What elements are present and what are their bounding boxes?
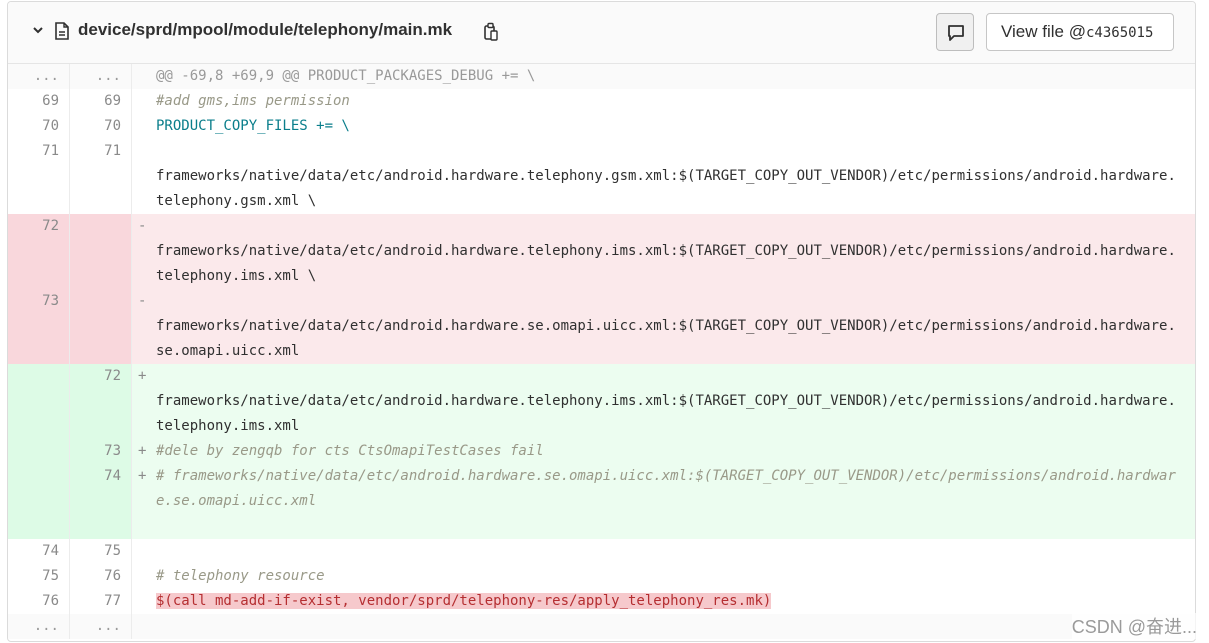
old-line-number[interactable] (8, 439, 70, 464)
new-line-number[interactable] (70, 289, 132, 364)
old-line-number[interactable]: 71 (8, 139, 70, 214)
expand-row: ... ... (8, 614, 1195, 639)
old-line-number[interactable]: 75 (8, 564, 70, 589)
line-code: frameworks/native/data/etc/android.hardw… (156, 243, 1176, 284)
line-code: $(call md-add-if-exist, vendor/sprd/tele… (156, 589, 1181, 614)
old-line-number[interactable]: 74 (8, 539, 70, 564)
new-line-number[interactable]: 76 (70, 564, 132, 589)
line-marker: + (138, 468, 147, 484)
line-code: # frameworks/native/data/etc/android.har… (156, 468, 1176, 509)
deleted-line: 73 - frameworks/native/data/etc/android.… (8, 289, 1195, 364)
new-line-number[interactable]: 73 (70, 439, 132, 464)
line-marker: - (138, 293, 147, 309)
line-marker: - (138, 218, 147, 234)
line-code: #add gms,ims permission (156, 93, 350, 109)
line-marker: + (138, 443, 147, 459)
toggle-comments-button[interactable] (936, 13, 974, 51)
file-path[interactable]: device/sprd/mpool/module/telephony/main.… (78, 20, 452, 40)
new-line-number[interactable] (70, 214, 132, 289)
new-line-number[interactable]: 74 (70, 464, 132, 539)
old-line-number[interactable]: 69 (8, 89, 70, 114)
comment-icon (948, 25, 964, 41)
diff-line: 70 70 PRODUCT_COPY_FILES += \ (8, 114, 1195, 139)
line-code: frameworks/native/data/etc/android.hardw… (156, 318, 1176, 359)
new-line-number[interactable]: 70 (70, 114, 132, 139)
old-line-number[interactable]: 72 (8, 214, 70, 289)
commit-hash: c4365015 (1085, 25, 1154, 41)
added-line: 74 + # frameworks/native/data/etc/androi… (8, 464, 1195, 539)
diff-line: 75 76 # telephony resource (8, 564, 1195, 589)
new-line-number[interactable]: ... (70, 64, 132, 89)
old-line-number[interactable]: 70 (8, 114, 70, 139)
new-line-number[interactable]: 77 (70, 589, 132, 614)
old-line-number[interactable]: ... (8, 614, 70, 639)
line-code: frameworks/native/data/etc/android.hardw… (156, 168, 1176, 209)
old-line-number[interactable]: ... (8, 64, 70, 89)
line-code: # telephony resource (156, 568, 325, 584)
view-file-label: View file @ (1001, 22, 1086, 41)
new-line-number[interactable]: 71 (70, 139, 132, 214)
hunk-header: @@ -69,8 +69,9 @@ PRODUCT_PACKAGES_DEBUG… (156, 68, 536, 84)
diff-line: 69 69 #add gms,ims permission (8, 89, 1195, 114)
diff-line: 74 75 (8, 539, 1195, 564)
file-header: device/sprd/mpool/module/telephony/main.… (8, 2, 1195, 64)
new-line-number[interactable]: 69 (70, 89, 132, 114)
new-line-number[interactable]: 72 (70, 364, 132, 439)
highlighted-code: $(call md-add-if-exist, vendor/sprd/tele… (156, 593, 772, 609)
line-marker: + (138, 368, 147, 384)
added-line: 72 + frameworks/native/data/etc/android.… (8, 364, 1195, 439)
line-code: #dele by zengqb for cts CtsOmapiTestCase… (156, 443, 544, 459)
diff-table: ... ... @@ -69,8 +69,9 @@ PRODUCT_PACKAG… (8, 64, 1195, 639)
diff-file-card: device/sprd/mpool/module/telephony/main.… (7, 1, 1196, 642)
old-line-number[interactable]: 76 (8, 589, 70, 614)
watermark: CSDN @奋进... (1071, 613, 1197, 639)
old-line-number[interactable] (8, 464, 70, 539)
line-code: frameworks/native/data/etc/android.hardw… (156, 393, 1176, 434)
hunk-header-row: ... ... @@ -69,8 +69,9 @@ PRODUCT_PACKAG… (8, 64, 1195, 89)
copy-icon[interactable] (482, 22, 500, 42)
line-code: PRODUCT_COPY_FILES += \ (156, 118, 350, 134)
new-line-number[interactable]: 75 (70, 539, 132, 564)
new-line-number[interactable]: ... (70, 614, 132, 639)
old-line-number[interactable] (8, 364, 70, 439)
diff-line: 76 77 $(call md-add-if-exist, vendor/spr… (8, 589, 1195, 614)
view-file-button[interactable]: View file @c4365015 (986, 13, 1174, 51)
added-line: 73 + #dele by zengqb for cts CtsOmapiTes… (8, 439, 1195, 464)
chevron-down-icon[interactable] (30, 22, 46, 38)
diff-line: 71 71 frameworks/native/data/etc/android… (8, 139, 1195, 214)
old-line-number[interactable]: 73 (8, 289, 70, 364)
file-icon (55, 22, 69, 40)
deleted-line: 72 - frameworks/native/data/etc/android.… (8, 214, 1195, 289)
